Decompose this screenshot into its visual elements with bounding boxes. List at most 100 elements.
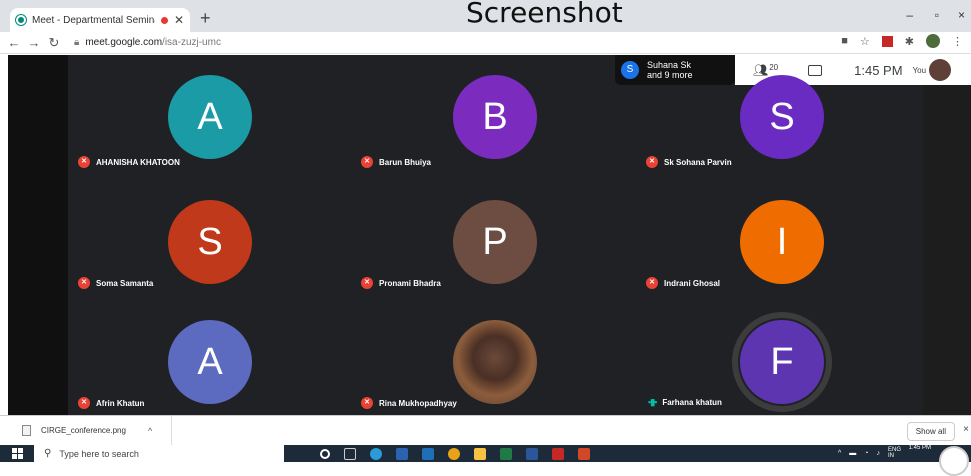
- powerpoint-icon[interactable]: [578, 447, 590, 460]
- star-bookmark-icon[interactable]: ☆: [860, 35, 870, 48]
- participant-avatar: F: [740, 320, 824, 404]
- start-button[interactable]: [0, 445, 34, 462]
- download-item[interactable]: CIRGE_conference.png ^: [0, 416, 172, 445]
- participant-name: Soma Samanta: [96, 278, 154, 288]
- participant-name-row: ✕ AHANISHA KHATOON: [78, 156, 180, 168]
- new-tab-button[interactable]: +: [200, 8, 211, 28]
- participant-tile: F ▪▮▪ Farhana khatun: [638, 295, 923, 415]
- participant-avatar: S: [740, 75, 824, 159]
- participant-name: Barun Bhuiya: [379, 157, 432, 167]
- store-icon[interactable]: [396, 447, 408, 460]
- participant-avatar: A: [168, 320, 252, 404]
- participant-tile: S ✕ Sk Sohana Parvin: [638, 55, 923, 175]
- participant-name-row: ✕ Soma Samanta: [78, 277, 153, 289]
- participant-name: AHANISHA KHATOON: [96, 157, 180, 167]
- reload-icon[interactable]: ↻: [44, 35, 64, 51]
- participant-tile: A ✕ Afrin Khatun: [68, 295, 353, 415]
- recording-dot-icon: [160, 16, 168, 24]
- participant-name-row: ✕ Pronami Bhadra: [361, 277, 441, 289]
- windows-logo-icon: [11, 448, 23, 459]
- show-all-button[interactable]: Show all: [906, 422, 955, 441]
- mic-off-icon: ✕: [361, 156, 373, 168]
- participant-name-row: ✕ Barun Bhuiya: [361, 156, 431, 168]
- word-icon[interactable]: [526, 447, 538, 460]
- language-indicator[interactable]: ENG IN: [888, 447, 901, 459]
- self-avatar[interactable]: [929, 59, 952, 81]
- edge-icon[interactable]: [370, 447, 382, 460]
- mic-off-icon: ✕: [646, 277, 658, 289]
- meet-video-area: S Suhana Sk and 9 more 👥︎ 20 1:45 PM You …: [8, 55, 971, 415]
- window-restore-button[interactable]: ▫: [935, 8, 939, 22]
- participant-name-row: ▪▮▪ Farhana khatun: [648, 397, 722, 408]
- search-icon: ⚲: [44, 448, 52, 459]
- participant-name: Rina Mukhopadhyay: [379, 398, 457, 408]
- left-dark-strip: [8, 55, 68, 415]
- address-bar-row: ← → ↻ 🔒︎ meet.google.com/isa-zuzj-umc ■ ☆…: [0, 32, 971, 54]
- taskbar-clock[interactable]: 1:45 PM: [909, 445, 931, 451]
- participant-tile: S ✕ Soma Samanta: [68, 175, 353, 295]
- participant-name: Afrin Khatun: [96, 398, 145, 408]
- file-explorer-icon[interactable]: [474, 447, 486, 460]
- mic-off-icon: ✕: [78, 156, 90, 168]
- window-close-button[interactable]: ×: [958, 8, 965, 22]
- address-bar[interactable]: 🔒︎ meet.google.com/isa-zuzj-umc: [74, 37, 221, 48]
- acrobat-icon[interactable]: [552, 447, 564, 460]
- camera-icon[interactable]: ■: [841, 35, 848, 47]
- file-icon: [22, 425, 31, 436]
- participant-name-row: ✕ Indrani Ghosal: [646, 277, 720, 289]
- taskbar-search[interactable]: ⚲ Type here to search: [34, 445, 284, 462]
- mic-off-icon: ✕: [78, 397, 90, 409]
- participant-tile: B ✕ Barun Bhuiya: [353, 55, 638, 175]
- tab-close-icon[interactable]: ✕: [174, 13, 184, 27]
- browser-tab-strip: Meet - Departmental Semina ✕ + Screensho…: [0, 0, 971, 32]
- taskbar-apps: [320, 447, 590, 460]
- participant-avatar: A: [168, 75, 252, 159]
- downloads-bar: CIRGE_conference.png ^ Show all ×: [0, 415, 971, 445]
- window-minimize-button[interactable]: –: [906, 8, 913, 22]
- search-placeholder: Type here to search: [59, 448, 139, 459]
- kebab-menu-icon[interactable]: ⋮: [952, 35, 963, 48]
- download-file-name: CIRGE_conference.png: [41, 426, 126, 435]
- participant-name: Pronami Bhadra: [379, 278, 441, 288]
- participant-name-row: ✕ Rina Mukhopadhyay: [361, 397, 457, 409]
- tray-chevron-icon[interactable]: ^: [838, 450, 841, 457]
- network-icon[interactable]: ▬: [849, 450, 856, 457]
- puzzle-extensions-icon[interactable]: ✱: [905, 35, 914, 48]
- participant-name: Indrani Ghosal: [664, 278, 721, 288]
- mic-off-icon: ✕: [361, 277, 373, 289]
- participant-photo: [453, 320, 537, 404]
- participant-tile: I ✕ Indrani Ghosal: [638, 175, 923, 295]
- wifi-icon[interactable]: ◔: [864, 450, 868, 457]
- url-path: /isa-zuzj-umc: [162, 37, 221, 48]
- tab-title: Meet - Departmental Semina: [32, 14, 155, 26]
- downloads-close-icon[interactable]: ×: [963, 424, 969, 435]
- speaking-indicator-icon: ▪▮▪: [648, 397, 657, 407]
- participant-name-row: ✕ Afrin Khatun: [78, 397, 144, 409]
- windows-taskbar: ⚲ Type here to search ^ ▬ ◔ ♪ ENG IN 1:45…: [0, 445, 971, 476]
- chrome-icon[interactable]: [448, 447, 460, 460]
- volume-icon[interactable]: ♪: [876, 450, 880, 457]
- participant-avatar: B: [453, 75, 537, 159]
- lang-region: IN: [887, 453, 894, 459]
- mic-off-icon: ✕: [361, 397, 373, 409]
- browser-tab-meet[interactable]: Meet - Departmental Semina ✕: [10, 8, 190, 32]
- participant-name: Farhana khatun: [662, 398, 722, 407]
- pdf-extension-icon[interactable]: [881, 35, 893, 47]
- task-view-icon[interactable]: [344, 447, 356, 460]
- profile-avatar-icon[interactable]: [926, 34, 940, 48]
- participant-tile: ✕ Rina Mukhopadhyay: [353, 295, 638, 415]
- participant-avatar: I: [740, 200, 824, 284]
- forward-arrow-icon[interactable]: →: [24, 35, 44, 50]
- participant-tile: P ✕ Pronami Bhadra: [353, 175, 638, 295]
- mail-icon[interactable]: [422, 447, 434, 460]
- excel-icon[interactable]: [500, 447, 512, 460]
- url-host: meet.google.com: [85, 37, 163, 48]
- participant-name: Sk Sohana Parvin: [664, 157, 732, 167]
- participant-name-row: ✕ Sk Sohana Parvin: [646, 156, 732, 168]
- cortana-icon[interactable]: [320, 448, 330, 459]
- back-arrow-icon[interactable]: ←: [4, 35, 24, 50]
- screenshot-tool-circle[interactable]: [939, 446, 969, 476]
- participant-tile: A ✕ AHANISHA KHATOON: [68, 55, 353, 175]
- chevron-up-icon[interactable]: ^: [148, 426, 152, 436]
- extensions-area: ■ ☆ ✱ ⋮: [841, 34, 963, 48]
